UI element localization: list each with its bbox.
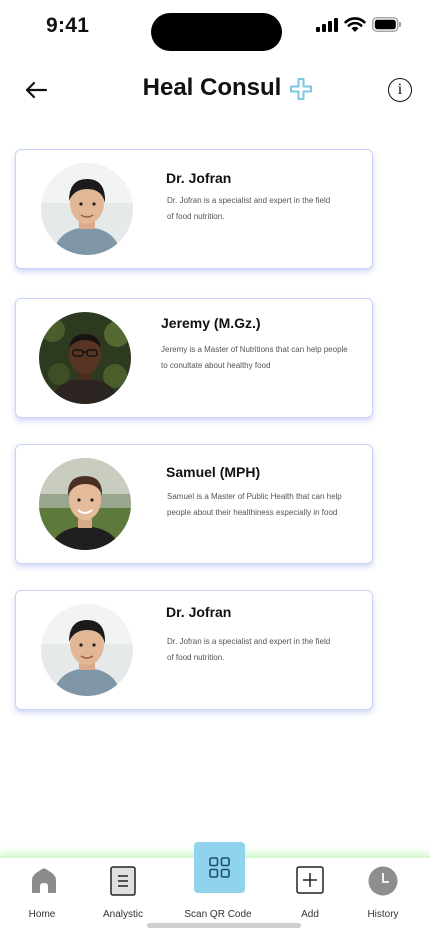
consultant-card[interactable]: Dr. Jofran Dr. Jofran is a specialist an… (15, 590, 373, 710)
info-button[interactable]: i (388, 78, 412, 102)
nav-history[interactable]: History (343, 858, 423, 920)
consultant-name: Dr. Jofran (166, 170, 232, 186)
battery-icon (372, 17, 401, 32)
consultant-name: Dr. Jofran (166, 604, 232, 620)
consultant-description: Dr. Jofran is a specialist and expert in… (167, 196, 331, 221)
nav-analytic-label: Analystic (102, 909, 143, 920)
dynamic-island (151, 13, 282, 51)
cellular-signal-icon (316, 18, 338, 32)
page-title: Heal Consul (142, 74, 282, 101)
nav-analytic[interactable]: Analystic (83, 858, 163, 920)
home-icon (32, 868, 56, 893)
status-bar: 9:41 (0, 0, 430, 54)
add-icon (296, 866, 324, 894)
consultant-card[interactable]: Jeremy (M.Gz.) Jeremy is a Master of Nut… (15, 298, 373, 418)
nav-add-label: Add (301, 909, 319, 920)
scan-qr-button[interactable] (194, 842, 245, 893)
nav-add[interactable]: Add (270, 858, 350, 920)
wifi-icon (344, 17, 366, 32)
qr-grid-icon (209, 857, 230, 878)
nav-scan-label: Scan QR Code (184, 909, 252, 920)
avatar (39, 312, 131, 404)
info-icon: i (397, 81, 403, 98)
consultant-description: Samuel is a Master of Public Health that… (167, 492, 342, 517)
consultant-name: Samuel (MPH) (166, 464, 261, 480)
consultant-description: Dr. Jofran is a specialist and expert in… (167, 637, 331, 662)
clock-history-icon (368, 866, 398, 896)
consultant-card[interactable]: Samuel (MPH) Samuel is a Master of Publi… (15, 444, 373, 564)
nav-home[interactable]: Home (2, 858, 82, 920)
avatar (39, 458, 131, 550)
avatar (41, 604, 133, 696)
consultant-card[interactable]: Dr. Jofran Dr. Jofran is a specialist an… (15, 149, 373, 269)
medical-cross-icon (290, 78, 312, 100)
document-analytic-icon (110, 866, 136, 896)
avatar (41, 163, 133, 255)
status-time: 9:41 (46, 14, 90, 37)
nav-home-label: Home (28, 909, 56, 920)
consultant-name: Jeremy (M.Gz.) (161, 315, 261, 331)
consultant-description: Jeremy is a Master of Nutritions that ca… (161, 345, 348, 370)
page-title-wrap: Heal Consul (0, 74, 430, 102)
home-indicator[interactable] (147, 923, 301, 928)
nav-history-label: History (367, 909, 399, 920)
